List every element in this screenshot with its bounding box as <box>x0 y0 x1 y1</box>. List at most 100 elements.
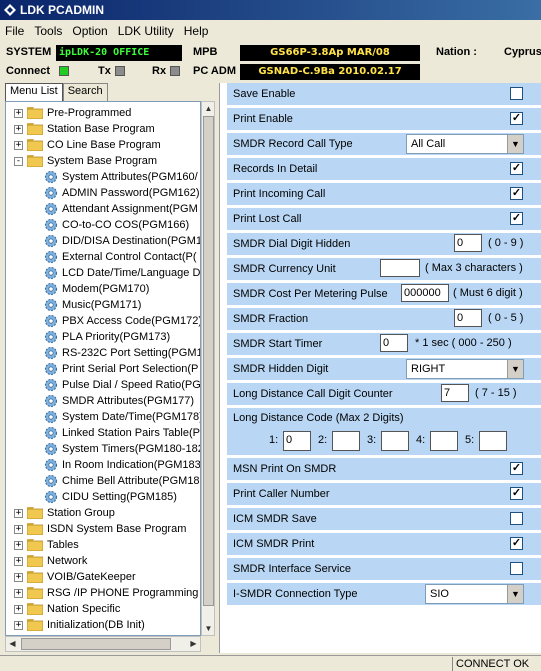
print-enable-checkbox[interactable]: ✓ <box>510 112 523 125</box>
print-incoming-call-checkbox[interactable]: ✓ <box>510 187 523 200</box>
save-enable-checkbox[interactable] <box>510 87 523 100</box>
expand-icon[interactable]: + <box>14 524 23 534</box>
tree-folder-node[interactable]: + Network <box>14 553 87 569</box>
expand-icon[interactable]: + <box>14 572 23 582</box>
tree-item-node[interactable]: Linked Station Pairs Table(P <box>44 425 200 441</box>
tree-item-node[interactable]: Modem(PGM170) <box>44 281 149 297</box>
menu-tools[interactable]: Tools <box>29 24 67 38</box>
tree-folder-node[interactable]: + Station Group <box>14 505 115 521</box>
row-smdr-hidden-digit: SMDR Hidden Digit RIGHT ▼ <box>227 358 541 380</box>
expand-icon[interactable]: + <box>14 620 23 630</box>
smdr-record-call-type-select[interactable]: All Call ▼ <box>406 134 524 154</box>
tab-search[interactable]: Search <box>62 83 108 101</box>
collapse-icon[interactable]: - <box>14 156 23 166</box>
row-print-caller-number: Print Caller Number ✓ <box>227 483 541 505</box>
row-smdr-cost-per-metering-pulse: SMDR Cost Per Metering Pulse 000000 ( Mu… <box>227 283 541 305</box>
expand-icon[interactable]: + <box>14 124 23 134</box>
app-logo-icon <box>4 4 16 16</box>
row-long-distance-code: Long Distance Code (Max 2 Digits) 1: 0 2… <box>227 408 541 455</box>
tree-item-node[interactable]: Pulse Dial / Speed Ratio(PG <box>44 377 200 393</box>
tree-item-node[interactable]: Chime Bell Attribute(PGM18 <box>44 473 200 489</box>
tree-folder-node[interactable]: + Station Base Program <box>14 121 155 137</box>
smdr-record-call-type-label: SMDR Record Call Type <box>233 138 353 150</box>
long-distance-code-1-input[interactable]: 0 <box>283 431 311 451</box>
smdr-interface-service-checkbox[interactable] <box>510 562 523 575</box>
long-distance-code-4-input[interactable] <box>430 431 458 451</box>
tree-horizontal-scrollbar[interactable]: ◀ ▶ <box>5 636 201 652</box>
tree-folder-node[interactable]: + CO Line Base Program <box>14 137 161 153</box>
menu-help[interactable]: Help <box>179 24 214 38</box>
tree-item-node[interactable]: DID/DISA Destination(PGM1 <box>44 233 200 249</box>
msn-print-on-smdr-checkbox[interactable]: ✓ <box>510 462 523 475</box>
scroll-down-icon[interactable]: ▼ <box>202 622 215 635</box>
tree-folder-node[interactable]: + RSG /IP PHONE Programming <box>14 585 198 601</box>
expand-icon[interactable]: + <box>14 556 23 566</box>
smdr-cost-per-metering-pulse-input[interactable]: 000000 <box>401 284 449 302</box>
tree-folder-node[interactable]: + Tables <box>14 537 79 553</box>
msn-print-on-smdr-label: MSN Print On SMDR <box>233 463 337 475</box>
smdr-fraction-input[interactable]: 0 <box>454 309 482 327</box>
smdr-hidden-digit-select[interactable]: RIGHT ▼ <box>406 359 524 379</box>
scroll-thumb[interactable] <box>203 116 214 606</box>
expand-icon[interactable]: + <box>14 588 23 598</box>
tree-item-node[interactable]: CIDU Setting(PGM185) <box>44 489 177 505</box>
tree-folder-node[interactable]: + Initialization(DB Init) <box>14 617 145 633</box>
menu-option[interactable]: Option <box>67 24 112 38</box>
long-distance-call-digit-counter-input[interactable]: 7 <box>441 384 469 402</box>
expand-icon[interactable]: + <box>14 108 23 118</box>
menu-file[interactable]: File <box>0 24 29 38</box>
smdr-start-timer-input[interactable]: 0 <box>380 334 408 352</box>
records-in-detail-checkbox[interactable]: ✓ <box>510 162 523 175</box>
tree-item-node[interactable]: LCD Date/Time/Language D <box>44 265 200 281</box>
tree-item-node[interactable]: ADMIN Password(PGM162) <box>44 185 200 201</box>
chevron-down-icon[interactable]: ▼ <box>507 135 523 153</box>
title-bar: LDK PCADMIN <box>0 0 541 20</box>
tree-item-node[interactable]: CO-to-CO COS(PGM166) <box>44 217 189 233</box>
print-lost-call-checkbox[interactable]: ✓ <box>510 212 523 225</box>
tree-item-node[interactable]: SMDR Attributes(PGM177) <box>44 393 194 409</box>
chevron-down-icon[interactable]: ▼ <box>507 585 523 603</box>
tree-item-node[interactable]: Print Serial Port Selection(P <box>44 361 198 377</box>
tree-item-node[interactable]: RS-232C Port Setting(PGM1 <box>44 345 200 361</box>
chevron-down-icon[interactable]: ▼ <box>507 360 523 378</box>
tree-item-node[interactable]: Music(PGM171) <box>44 297 141 313</box>
tree-folder-node[interactable]: + ISDN System Base Program <box>14 521 186 537</box>
tree-item-node[interactable]: PLA Priority(PGM173) <box>44 329 170 345</box>
long-distance-call-digit-counter-range: ( 7 - 15 ) <box>475 387 517 399</box>
long-distance-code-5-input[interactable] <box>479 431 507 451</box>
tree-folder-node[interactable]: + Nation Specific <box>14 601 120 617</box>
tab-menu-list[interactable]: Menu List <box>5 83 63 101</box>
tree-folder-node[interactable]: + Pre-Programmed <box>14 105 131 121</box>
tree-item-node[interactable]: Attendant Assignment(PGM <box>44 201 198 217</box>
tree-item-node[interactable]: System Attributes(PGM160/ <box>44 169 198 185</box>
scroll-right-icon[interactable]: ▶ <box>187 637 200 650</box>
scroll-left-icon[interactable]: ◀ <box>6 637 19 650</box>
tree-item-node[interactable]: System Timers(PGM180-182 <box>44 441 200 457</box>
expand-icon[interactable]: + <box>14 540 23 550</box>
expand-icon[interactable]: + <box>14 140 23 150</box>
expand-icon[interactable]: + <box>14 508 23 518</box>
tree-node-label: PLA Priority(PGM173) <box>62 331 171 343</box>
icm-smdr-print-checkbox[interactable]: ✓ <box>510 537 523 550</box>
tree-vertical-scrollbar[interactable]: ▲ ▼ <box>201 101 215 636</box>
tree-folder-node[interactable]: + VOIB/GateKeeper <box>14 569 136 585</box>
tree-folder-node[interactable]: - System Base Program <box>14 153 157 169</box>
icm-smdr-save-checkbox[interactable] <box>510 512 523 525</box>
tree-item-node[interactable]: External Control Contact(P( <box>44 249 197 265</box>
long-distance-code-3-label: 3: <box>367 434 377 446</box>
i-smdr-connection-type-select[interactable]: SIO ▼ <box>425 584 524 604</box>
hscroll-thumb[interactable] <box>21 638 171 650</box>
long-distance-code-2-input[interactable] <box>332 431 360 451</box>
scroll-up-icon[interactable]: ▲ <box>202 102 215 115</box>
long-distance-code-3-input[interactable] <box>381 431 409 451</box>
smdr-currency-unit-input[interactable] <box>380 259 420 277</box>
tree-item-node[interactable]: PBX Access Code(PGM172) <box>44 313 200 329</box>
smdr-hidden-digit-label: SMDR Hidden Digit <box>233 363 329 375</box>
expand-icon[interactable]: + <box>14 604 23 614</box>
smdr-dial-digit-hidden-input[interactable]: 0 <box>454 234 482 252</box>
print-caller-number-checkbox[interactable]: ✓ <box>510 487 523 500</box>
menu-ldk-utility[interactable]: LDK Utility <box>113 24 179 38</box>
tree-item-node[interactable]: System Date/Time(PGM178) <box>44 409 200 425</box>
rx-label: Rx <box>152 65 167 77</box>
tree-item-node[interactable]: In Room Indication(PGM183 <box>44 457 200 473</box>
